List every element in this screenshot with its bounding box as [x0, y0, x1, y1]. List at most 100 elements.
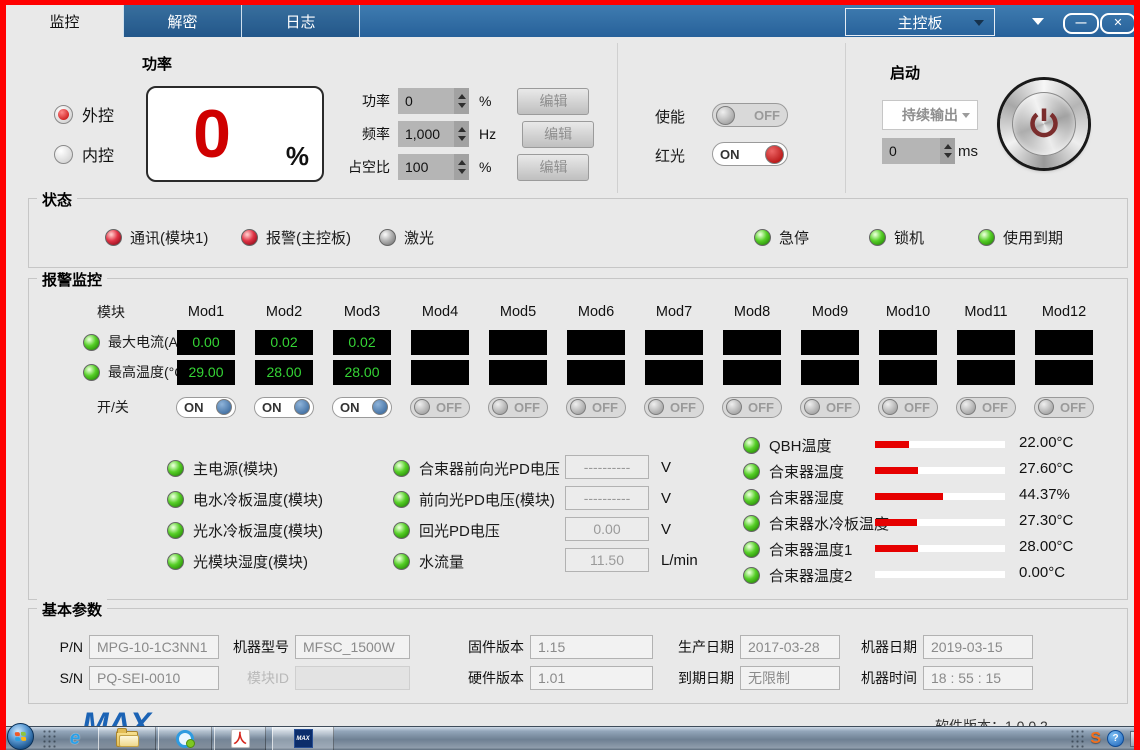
monitor-label: 水流量 [419, 551, 464, 572]
output-mode-dropdown[interactable]: 持续输出 [882, 100, 978, 130]
machine-date-input[interactable]: 2019-03-15 [923, 635, 1033, 659]
module-switch[interactable]: OFF [644, 397, 704, 418]
toggle-knob-icon [960, 399, 976, 415]
expiry-date-input[interactable]: 无限制 [740, 666, 840, 690]
browser-taskbar-button[interactable] [158, 727, 212, 750]
red-light-toggle[interactable]: ON [712, 142, 788, 166]
module-header: Mod2 [266, 304, 302, 320]
status-led-laser: 激光 [379, 227, 434, 248]
combiner-temp1-value: 28.00°C [1019, 538, 1073, 555]
power-button-face [1012, 92, 1076, 156]
start-button[interactable] [7, 723, 34, 750]
tray-partial-icon[interactable] [1130, 731, 1140, 747]
switch-row-label: 开/关 [37, 397, 129, 417]
led-icon [743, 541, 760, 558]
module-header-label: 模块 [37, 302, 125, 322]
toggle-knob-icon [372, 399, 388, 415]
module-switch[interactable]: OFF [488, 397, 548, 418]
module-switch[interactable]: ON [332, 397, 392, 418]
module-switch[interactable]: OFF [722, 397, 782, 418]
field-machine-date: 机器日期2019-03-15 [857, 635, 1033, 659]
frequency-spinbox[interactable]: 1,000 [398, 121, 469, 147]
tab-decrypt[interactable]: 解密 [124, 5, 242, 37]
module-switch[interactable]: OFF [566, 397, 626, 418]
close-button[interactable]: ✕ [1100, 13, 1136, 34]
hardware-input[interactable]: 1.01 [530, 666, 653, 690]
laser-start-button[interactable] [1000, 80, 1088, 168]
ie-taskbar-button[interactable]: e [56, 727, 94, 750]
field-module-id: 模块ID [229, 666, 410, 690]
adobe-taskbar-button[interactable]: 人 [214, 727, 266, 750]
enable-toggle[interactable]: OFF [712, 103, 788, 127]
divider [845, 43, 846, 193]
duty-edit-button[interactable]: 编辑 [517, 154, 589, 181]
board-select-value: 主控板 [897, 12, 942, 33]
tab-monitor[interactable]: 监控 [6, 5, 124, 37]
pn-input[interactable]: MPG-10-1C3NN1 [89, 635, 219, 659]
help-tray-icon[interactable]: ? [1107, 730, 1124, 747]
basic-params-title: 基本参数 [37, 599, 107, 620]
current-display: 0.00 [177, 330, 235, 355]
red-light-label: 红光 [655, 145, 685, 166]
sogou-input-icon[interactable]: S [1090, 730, 1101, 748]
tray-texture [1070, 729, 1084, 749]
machine-time-input[interactable]: 18 : 55 : 15 [923, 666, 1033, 690]
power-display: 0 % [146, 86, 324, 182]
module-switch[interactable]: ON [176, 397, 236, 418]
output-mode-value: 持续输出 [902, 105, 958, 125]
status-groupbox-title: 状态 [37, 189, 77, 210]
unit-label: L/min [661, 552, 698, 569]
radio-icon-external[interactable] [54, 105, 73, 124]
spinner-arrows-icon[interactable] [940, 138, 955, 164]
toggle-knob-icon [570, 399, 586, 415]
combiner-temp-bar [875, 467, 1005, 474]
max-current-row: 最大电流(A) 0.00 0.02 0.02 [37, 327, 1127, 357]
monitor-module-humidity: 光模块湿度(模块) [167, 550, 308, 572]
max-app-taskbar-button[interactable]: MAX [272, 727, 334, 750]
spinner-arrows-icon[interactable] [454, 88, 469, 114]
board-select-dropdown[interactable]: 主控板 [845, 8, 995, 36]
duty-spinbox[interactable]: 100 [398, 154, 469, 180]
field-firmware: 固件版本1.15 [464, 635, 653, 659]
module-switch[interactable]: OFF [956, 397, 1016, 418]
module-switch[interactable]: OFF [800, 397, 860, 418]
temp-display [801, 360, 859, 385]
power-display-unit: % [286, 141, 309, 172]
duration-spinbox[interactable]: 0 [882, 138, 955, 164]
machine-model-input[interactable]: MFSC_1500W [295, 635, 410, 659]
duration-spin-value: 0 [889, 143, 897, 159]
temp-display [723, 360, 781, 385]
dropdown-caret-icon[interactable] [1032, 18, 1044, 25]
frequency-param-unit: Hz [479, 126, 496, 142]
combiner-humidity-bar [875, 493, 1005, 500]
module-header: Mod7 [656, 304, 692, 320]
prod-date-input[interactable]: 2017-03-28 [740, 635, 840, 659]
tab-log[interactable]: 日志 [242, 5, 360, 37]
qbh-temp-bar [875, 441, 1005, 448]
power-spinbox[interactable]: 0 [398, 88, 469, 114]
spinner-arrows-icon[interactable] [454, 154, 469, 180]
module-header: Mod9 [812, 304, 848, 320]
power-edit-button[interactable]: 编辑 [517, 88, 589, 115]
param-row-frequency: 频率 1,000 Hz 编辑 [336, 121, 594, 147]
minimize-button[interactable]: — [1063, 13, 1099, 34]
firmware-input[interactable]: 1.15 [530, 635, 653, 659]
spinner-arrows-icon[interactable] [454, 121, 469, 147]
temp-display: 28.00 [255, 360, 313, 385]
module-switch[interactable]: ON [254, 397, 314, 418]
explorer-taskbar-button[interactable] [98, 727, 156, 750]
radio-internal-control[interactable]: 内控 [54, 142, 114, 166]
status-led-label: 报警(主控板) [266, 227, 351, 248]
frequency-edit-button[interactable]: 编辑 [522, 121, 594, 148]
radio-icon-internal[interactable] [54, 145, 73, 164]
module-switch[interactable]: OFF [878, 397, 938, 418]
module-switch[interactable]: OFF [1034, 397, 1094, 418]
status-led-label: 锁机 [894, 227, 924, 248]
monitor-label: 主电源(模块) [193, 458, 278, 479]
status-groupbox: 状态 通讯(模块1) 报警(主控板) 激光 急停 锁机 使用到期 [28, 198, 1128, 268]
module-switch-state: OFF [666, 400, 700, 415]
radio-external-control[interactable]: 外控 [54, 102, 114, 126]
sn-input[interactable]: PQ-SEI-0010 [89, 666, 219, 690]
toggle-knob-icon [648, 399, 664, 415]
module-switch[interactable]: OFF [410, 397, 470, 418]
